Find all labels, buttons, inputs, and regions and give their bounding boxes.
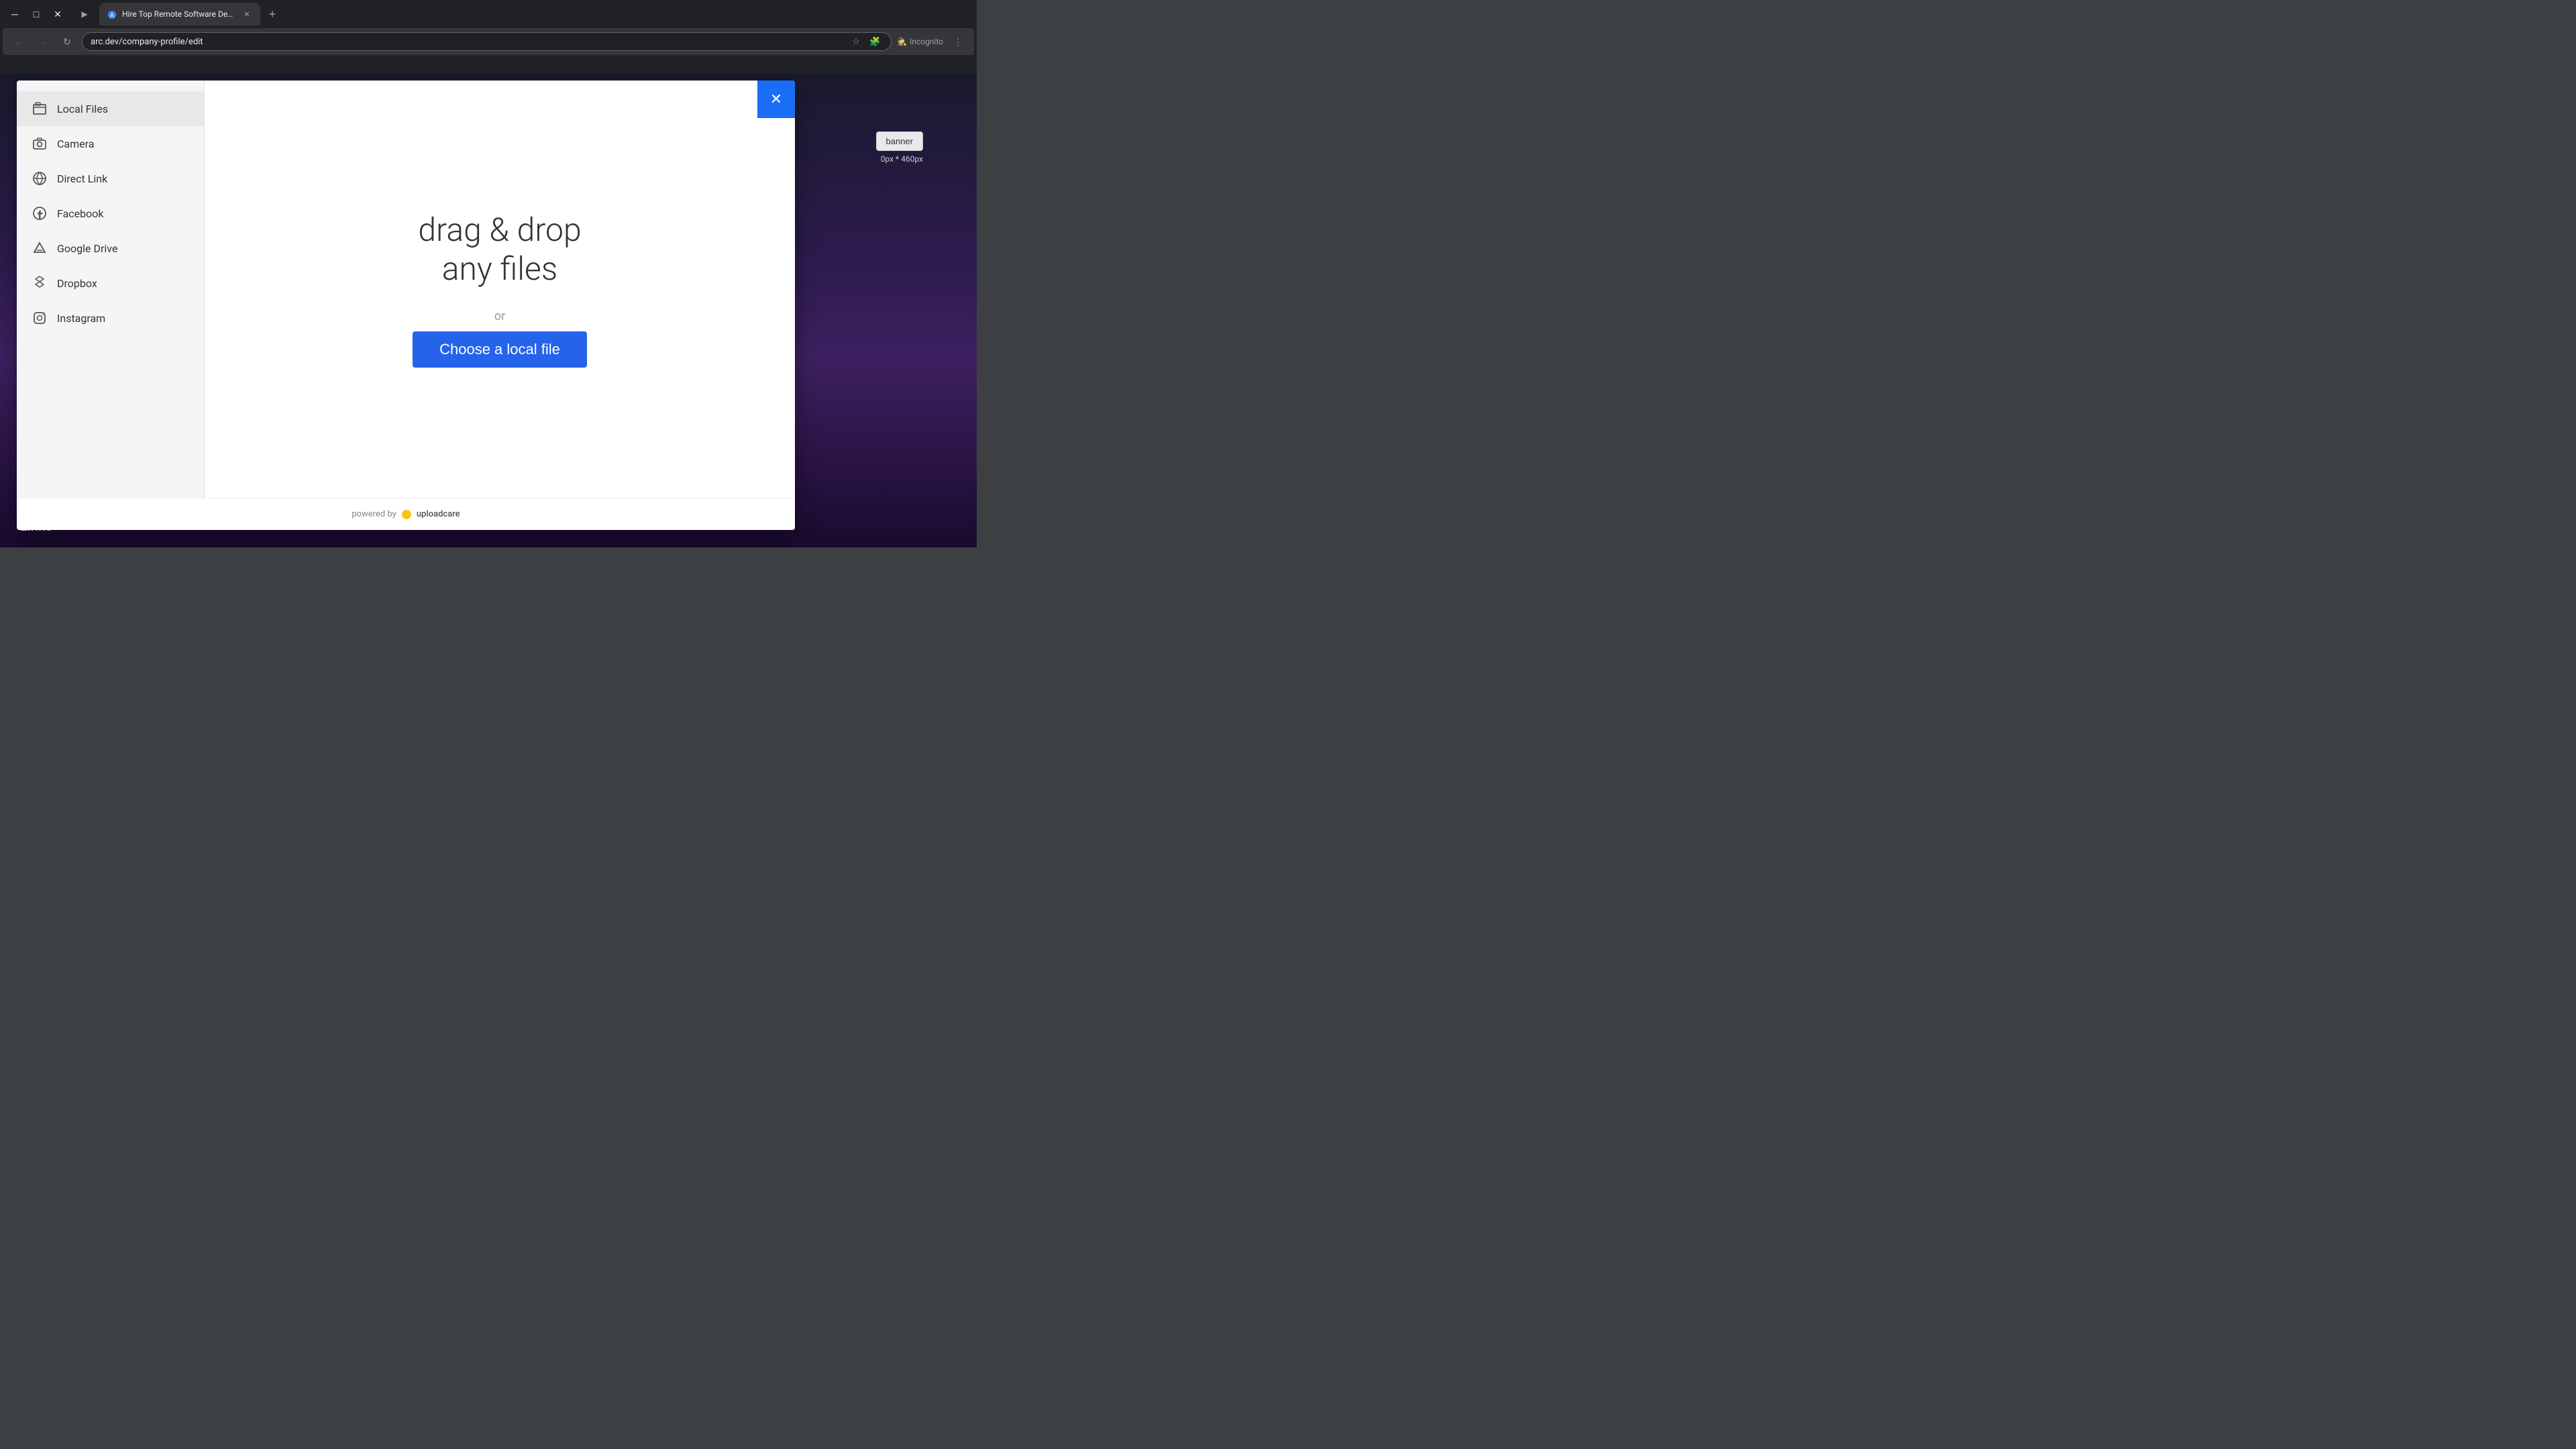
- incognito-icon: 🕵: [897, 37, 907, 46]
- reload-button[interactable]: ↻: [58, 32, 76, 51]
- modal-close-button[interactable]: ✕: [757, 80, 795, 118]
- local-files-label: Local Files: [57, 103, 108, 115]
- window-controls: ─ □ ✕: [5, 5, 67, 23]
- extensions-button[interactable]: 🧩: [867, 34, 883, 50]
- sidebar-item-direct-link[interactable]: Direct Link: [17, 161, 204, 196]
- uploadcare-dot: [402, 510, 411, 519]
- active-tab[interactable]: A Hire Top Remote Software Dev... ✕: [99, 3, 260, 25]
- brand-name: uploadcare: [417, 509, 460, 519]
- close-button[interactable]: ✕: [48, 5, 67, 23]
- modal-main: ✕ drag & drop any files or Choose a loca…: [205, 80, 795, 498]
- sidebar-item-google-drive[interactable]: Google Drive: [17, 231, 204, 266]
- sidebar-item-local-files[interactable]: Local Files: [17, 91, 204, 126]
- back-button[interactable]: ←: [9, 32, 28, 51]
- direct-link-label: Direct Link: [57, 172, 107, 185]
- new-tab-button[interactable]: +: [263, 5, 282, 23]
- browser-chrome: ─ □ ✕ ▶ A Hire Top Remote Software Dev..…: [0, 0, 977, 74]
- sidebar-item-camera[interactable]: Camera: [17, 126, 204, 161]
- camera-label: Camera: [57, 138, 94, 150]
- sidebar-item-facebook[interactable]: Facebook: [17, 196, 204, 231]
- google-drive-label: Google Drive: [57, 242, 117, 255]
- close-icon: ✕: [770, 91, 782, 108]
- instagram-icon: [30, 309, 49, 327]
- modal-footer: powered by uploadcare: [17, 498, 795, 530]
- dropbox-label: Dropbox: [57, 277, 97, 290]
- incognito-badge: 🕵 Incognito: [897, 37, 943, 46]
- forward-button[interactable]: →: [34, 32, 52, 51]
- drag-drop-line1: drag & drop: [418, 211, 581, 250]
- omnibox[interactable]: arc.dev/company-profile/edit ☆ 🧩: [82, 32, 892, 51]
- drag-drop-area: drag & drop any files: [418, 211, 581, 288]
- or-label: or: [494, 309, 505, 323]
- tab-favicon: A: [107, 9, 117, 19]
- sidebar-item-dropbox[interactable]: Dropbox: [17, 266, 204, 301]
- sidebar-item-instagram[interactable]: Instagram: [17, 301, 204, 335]
- omnibar-row: ← → ↻ arc.dev/company-profile/edit ☆ 🧩 🕵…: [3, 28, 974, 55]
- page-background: banner 0px * 460px Links Local Files: [0, 74, 977, 547]
- powered-by-text: powered by: [352, 509, 396, 519]
- local-files-icon: [30, 99, 49, 118]
- omnibox-icons: ☆ 🧩: [848, 34, 883, 50]
- facebook-label: Facebook: [57, 207, 103, 220]
- upload-modal: Local Files Camera: [17, 80, 795, 530]
- modal-body: Local Files Camera: [17, 80, 795, 498]
- facebook-icon: [30, 204, 49, 223]
- dropbox-icon: [30, 274, 49, 292]
- camera-icon: [30, 134, 49, 153]
- banner-button[interactable]: banner: [876, 131, 923, 151]
- tab-title: Hire Top Remote Software Dev...: [122, 9, 236, 19]
- maximize-button[interactable]: □: [27, 5, 46, 23]
- tab-scroll-left-button[interactable]: ▶: [75, 5, 94, 23]
- banner-size-text: 0px * 460px: [881, 154, 923, 164]
- omnibox-url: arc.dev/company-profile/edit: [91, 37, 844, 47]
- direct-link-icon: [30, 169, 49, 188]
- google-drive-icon: [30, 239, 49, 258]
- choose-local-file-button[interactable]: Choose a local file: [413, 331, 587, 368]
- modal-sidebar: Local Files Camera: [17, 80, 205, 498]
- tab-close-button[interactable]: ✕: [241, 9, 252, 19]
- bookmark-button[interactable]: ☆: [848, 34, 864, 50]
- incognito-label: Incognito: [910, 37, 943, 46]
- instagram-label: Instagram: [57, 312, 105, 325]
- svg-text:A: A: [110, 12, 114, 19]
- more-options-button[interactable]: ⋮: [949, 32, 967, 51]
- drag-drop-line2: any files: [418, 250, 581, 288]
- minimize-button[interactable]: ─: [5, 5, 24, 23]
- title-bar: ─ □ ✕ ▶ A Hire Top Remote Software Dev..…: [0, 0, 977, 28]
